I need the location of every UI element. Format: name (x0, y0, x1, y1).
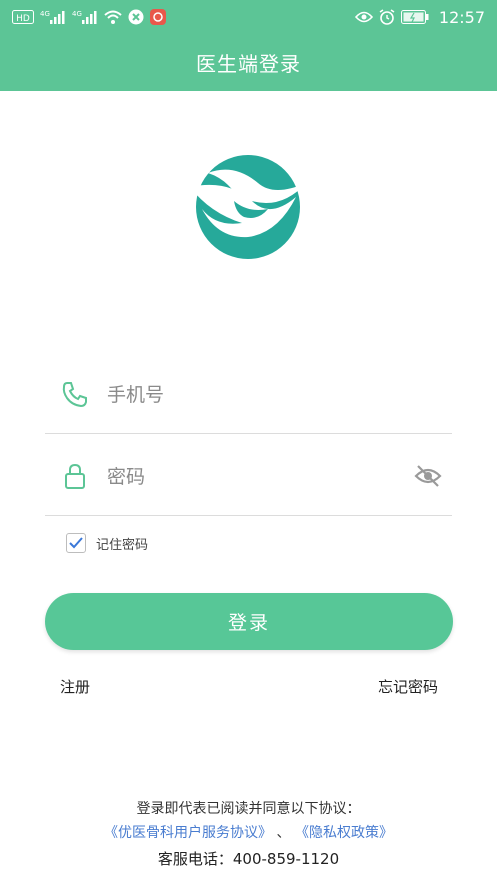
status-bar-right: 12:57 (354, 7, 485, 27)
password-input[interactable]: 密码 (107, 462, 145, 489)
login-button-label: 登录 (227, 612, 270, 634)
app-bar: 医生端登录 (0, 34, 497, 91)
privacy-policy-link[interactable]: 《隐私权政策》 (295, 825, 393, 841)
logo-icon (190, 155, 306, 259)
battery-icon (400, 10, 429, 24)
eye-comfort-icon (354, 11, 373, 23)
app-icon-2 (150, 9, 166, 25)
phone-field[interactable]: 手机号 (45, 354, 452, 434)
svg-text:4G: 4G (40, 10, 50, 18)
alarm-icon (379, 9, 395, 25)
agreement-separator: 、 (276, 825, 291, 841)
login-button[interactable]: 登录 (45, 593, 453, 650)
wifi-icon (104, 10, 122, 24)
svg-text:HD: HD (16, 14, 30, 24)
signal-4g-2-icon: 4G (72, 9, 98, 25)
app-logo (188, 153, 308, 261)
page-title: 医生端登录 (196, 52, 301, 76)
remember-checkbox[interactable] (66, 533, 86, 553)
register-link[interactable]: 注册 (60, 676, 90, 697)
customer-service-phone: 客服电话：400-859-1120 (157, 850, 340, 868)
status-time: 12:57 (438, 7, 485, 27)
status-bar: HD 4G 4G 12:57 (0, 0, 497, 34)
check-icon (69, 537, 83, 549)
hd-icon: HD (12, 10, 34, 24)
app-icon-1 (128, 9, 144, 25)
status-bar-left: HD 4G 4G (12, 9, 166, 25)
eye-hidden-icon[interactable] (414, 464, 442, 488)
phone-input[interactable]: 手机号 (107, 380, 164, 407)
remember-label: 记住密码 (96, 537, 149, 553)
password-field[interactable]: 密码 (45, 436, 452, 516)
user-agreement-link[interactable]: 《优医骨科用户服务协议》 (104, 825, 272, 841)
remember-password[interactable]: 记住密码 (66, 533, 148, 553)
agreement-notice: 登录即代表已阅读并同意以下协议： 《优医骨科用户服务协议》 、 《隐私权政策》 (0, 797, 497, 845)
forgot-password-link[interactable]: 忘记密码 (378, 676, 438, 697)
svg-text:4G: 4G (72, 10, 82, 18)
phone-icon (62, 382, 87, 408)
lock-icon (65, 463, 85, 489)
signal-4g-1-icon: 4G (40, 9, 66, 25)
agreement-links: 《优医骨科用户服务协议》 、 《隐私权政策》 (0, 821, 497, 845)
agreement-intro: 登录即代表已阅读并同意以下协议： (136, 801, 361, 817)
